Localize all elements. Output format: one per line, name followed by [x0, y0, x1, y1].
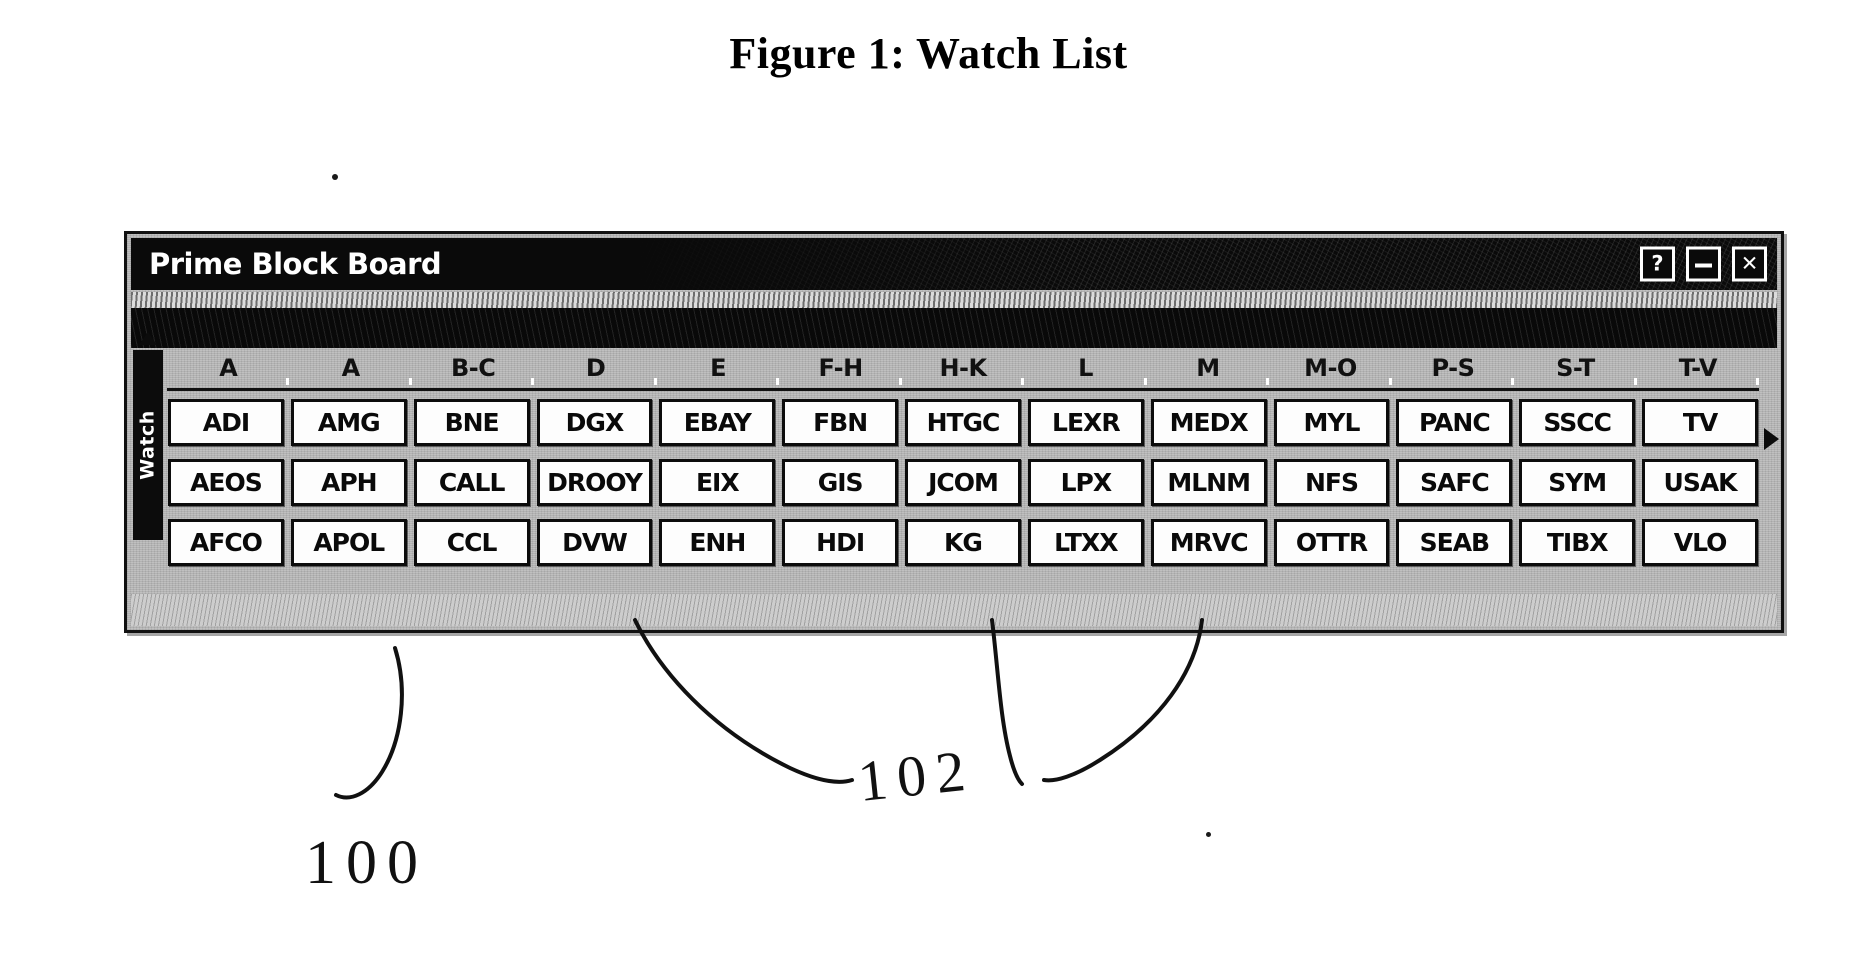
column-header[interactable]: H-K — [902, 354, 1025, 385]
ticker-button[interactable]: JCOM — [905, 459, 1021, 506]
ticker-button[interactable]: AMG — [290, 399, 407, 446]
ticker-button[interactable]: DGX — [536, 399, 653, 446]
column-header[interactable]: A — [289, 354, 413, 385]
ticker-button[interactable]: KG — [905, 519, 1021, 566]
help-button[interactable]: ? — [1640, 246, 1675, 282]
ticker-button[interactable]: USAK — [1642, 459, 1758, 506]
ticker-button[interactable]: SSCC — [1519, 399, 1636, 446]
window-title-bar: Prime Block Board ? ✕ — [131, 238, 1777, 290]
table-row: AFCO APOL CCL DVW ENH HDI KG LTXX MRVC O… — [167, 511, 1759, 571]
column-header-row: A A B-C D E F-H H-K L M M-O P-S S-T T-V — [167, 348, 1759, 391]
minimize-icon — [1695, 263, 1712, 268]
scan-speck — [1206, 832, 1211, 837]
ticker-button[interactable]: EIX — [659, 459, 776, 506]
ticker-button[interactable]: MEDX — [1150, 399, 1267, 446]
ticker-button[interactable]: VLO — [1642, 519, 1758, 566]
column-header[interactable]: B-C — [412, 354, 535, 385]
title-underbar — [131, 292, 1777, 308]
ticker-button[interactable]: CCL — [413, 519, 530, 566]
ticker-button[interactable]: SEAB — [1396, 519, 1513, 566]
ticker-button[interactable]: APOL — [290, 519, 407, 566]
ticker-button[interactable]: AFCO — [168, 519, 284, 566]
ticker-button[interactable]: DVW — [536, 519, 653, 566]
column-header[interactable]: E — [657, 354, 780, 385]
ticker-button[interactable]: SYM — [1519, 459, 1636, 506]
ticker-button[interactable]: NFS — [1273, 459, 1390, 506]
ticker-button[interactable]: LTXX — [1027, 519, 1144, 566]
ticker-button[interactable]: MRVC — [1150, 519, 1267, 566]
column-header[interactable]: M — [1147, 354, 1270, 385]
ticker-button[interactable]: APH — [290, 459, 407, 506]
column-header[interactable]: T-V — [1637, 354, 1759, 385]
prime-block-board-window: Prime Block Board ? ✕ Watch A A B-C D E … — [124, 231, 1784, 633]
ticker-button[interactable]: LPX — [1027, 459, 1144, 506]
table-row: ADI AMG BNE DGX EBAY FBN HTGC LEXR MEDX … — [167, 391, 1759, 451]
ticker-button[interactable]: TIBX — [1519, 519, 1636, 566]
ticker-button[interactable]: HDI — [782, 519, 899, 566]
column-header[interactable]: D — [534, 354, 658, 385]
ticker-button[interactable]: PANC — [1396, 399, 1513, 446]
ticker-button[interactable]: AEOS — [168, 459, 284, 506]
table-row: AEOS APH CALL DROOY EIX GIS JCOM LPX MLN… — [167, 451, 1759, 511]
reference-numeral-102: 102 — [854, 737, 979, 814]
close-button[interactable]: ✕ — [1732, 246, 1767, 282]
window-status-strip — [131, 594, 1777, 626]
scroll-up-icon[interactable] — [139, 332, 157, 345]
reference-numeral-100: 100 — [305, 829, 428, 897]
ticker-button[interactable]: ADI — [168, 399, 284, 446]
column-header[interactable]: M-O — [1269, 354, 1393, 385]
ticker-button[interactable]: EBAY — [659, 399, 776, 446]
sidebar-tab-watch-label: Watch — [137, 410, 160, 480]
ticker-button[interactable]: ENH — [659, 519, 776, 566]
watch-list-board: A A B-C D E F-H H-K L M M-O P-S S-T T-V … — [167, 348, 1759, 592]
window-controls: ? ✕ — [1640, 246, 1767, 282]
window-title: Prime Block Board — [149, 247, 442, 281]
column-header[interactable]: P-S — [1392, 354, 1515, 385]
ticker-button[interactable]: BNE — [413, 399, 530, 446]
ticker-button[interactable]: FBN — [782, 399, 899, 446]
minimize-button[interactable] — [1686, 246, 1721, 282]
ticker-button[interactable]: HTGC — [905, 399, 1021, 446]
figure-caption: Figure 1: Watch List — [729, 29, 1128, 78]
sidebar-tab-watch[interactable]: Watch — [133, 350, 163, 540]
column-header[interactable]: A — [167, 354, 290, 385]
column-header[interactable]: S-T — [1514, 354, 1638, 385]
ticker-button[interactable]: TV — [1642, 399, 1758, 446]
ticker-button[interactable]: CALL — [413, 459, 530, 506]
ticker-button[interactable]: MYL — [1273, 399, 1390, 446]
scan-speck — [332, 174, 338, 180]
column-header[interactable]: L — [1024, 354, 1148, 385]
ticker-button[interactable]: OTTR — [1273, 519, 1390, 566]
ticker-button[interactable]: DROOY — [536, 459, 653, 506]
ticker-button[interactable]: GIS — [782, 459, 899, 506]
ticker-button[interactable]: SAFC — [1396, 459, 1513, 506]
ticker-button[interactable]: MLNM — [1150, 459, 1267, 506]
toolbar-band — [131, 308, 1777, 348]
column-header[interactable]: F-H — [779, 354, 903, 385]
ticker-button[interactable]: LEXR — [1027, 399, 1144, 446]
scroll-right-icon[interactable] — [1764, 428, 1779, 450]
